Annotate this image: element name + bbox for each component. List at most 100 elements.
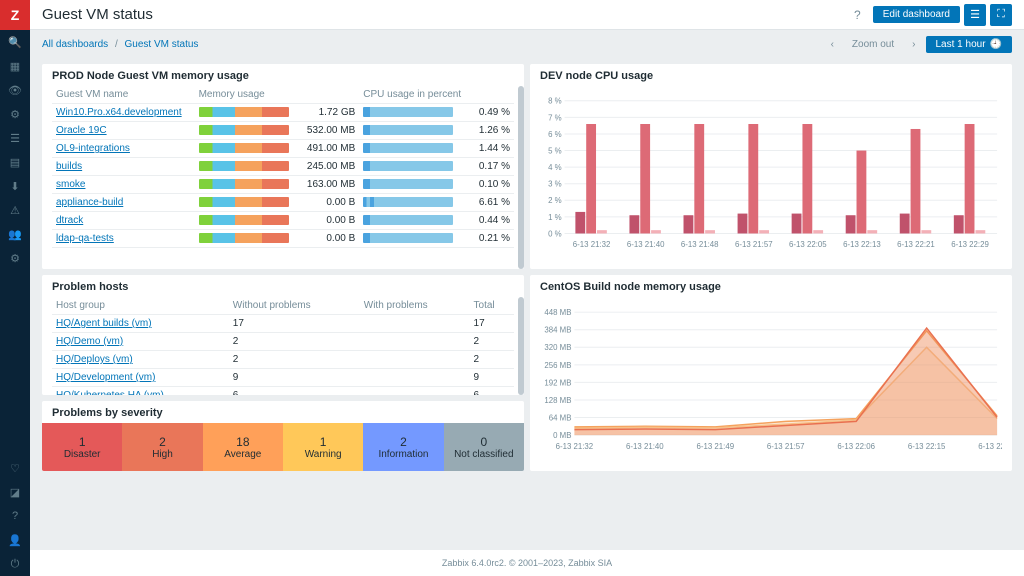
hostgroup-link[interactable]: HQ/Demo (vm) — [52, 333, 229, 351]
mem-value: 163.00 MB — [299, 176, 359, 194]
svg-text:6-13 22:23: 6-13 22:23 — [978, 442, 1002, 451]
mem-bar-cell — [195, 194, 300, 212]
col-header[interactable]: Total — [470, 297, 514, 315]
col-header[interactable]: Memory usage — [195, 86, 300, 104]
svg-text:0 %: 0 % — [548, 229, 562, 238]
vm-name-link[interactable]: Oracle 19C — [52, 122, 195, 140]
svg-text:6 %: 6 % — [548, 130, 562, 139]
legend-item[interactable]: centos7-i386-zabbix-agent-build: VMwar..… — [713, 470, 873, 471]
col-header[interactable]: Guest VM name — [52, 86, 195, 104]
legend-item[interactable]: avg(Oracle 19C: VMware: CPU usage i... — [540, 268, 697, 269]
total: 6 — [470, 387, 514, 396]
svg-text:1 %: 1 % — [548, 213, 562, 222]
centos-chart-legend: centos8-amd64-zabbix-agent-build: VMw...… — [540, 468, 1002, 471]
cpu-bar-cell — [359, 122, 472, 140]
scrollbar[interactable] — [518, 297, 524, 395]
severity-count: 0 — [480, 435, 487, 449]
panel-problems-by-severity: Problems by severity 1Disaster2High18Ave… — [42, 401, 524, 471]
mem-value: 245.00 MB — [299, 158, 359, 176]
footer: Zabbix 6.4.0rc2. © 2001–2023, Zabbix SIA — [30, 550, 1024, 576]
svg-text:3 %: 3 % — [548, 180, 562, 189]
severity-cell[interactable]: 0Not classified — [444, 423, 524, 471]
mem-bar-cell — [195, 104, 300, 122]
severity-cell[interactable]: 2High — [122, 423, 202, 471]
vm-name-link[interactable]: smoke — [52, 176, 195, 194]
help-icon[interactable]: ? — [0, 504, 30, 528]
table-row: Win10.Pro.x64.development 1.72 GB 0.49 % — [52, 104, 514, 122]
vm-name-link[interactable]: ldap-qa-tests — [52, 230, 195, 248]
dashboard-actions-button[interactable]: ☰ — [964, 4, 986, 26]
page-help-icon[interactable]: ? — [854, 8, 861, 22]
col-header[interactable]: Host group — [52, 297, 229, 315]
cpu-value: 0.49 % — [472, 104, 514, 122]
severity-cell[interactable]: 18Average — [203, 423, 283, 471]
edit-dashboard-button[interactable]: Edit dashboard — [873, 6, 960, 23]
main-content: Guest VM status ? Edit dashboard ☰ ⛶ All… — [30, 0, 1024, 576]
table-row: OL9-integrations 491.00 MB 1.44 % — [52, 140, 514, 158]
time-range-selector[interactable]: Last 1 hour 🕘 — [926, 36, 1013, 53]
cpu-value: 6.61 % — [472, 194, 514, 212]
vm-name-link[interactable]: Win10.Pro.x64.development — [52, 104, 195, 122]
data-collection-icon[interactable]: ⬇ — [0, 174, 30, 198]
severity-cell[interactable]: 2Information — [363, 423, 443, 471]
cpu-value: 1.44 % — [472, 140, 514, 158]
severity-cell[interactable]: 1Disaster — [42, 423, 122, 471]
support-icon[interactable]: ♡ — [0, 456, 30, 480]
col-header[interactable]: CPU usage in percent — [359, 86, 472, 104]
with-problems — [360, 351, 470, 369]
vm-name-link[interactable]: OL9-integrations — [52, 140, 195, 158]
monitoring-icon[interactable]: 👁 — [0, 78, 30, 102]
svg-text:6-13 22:06: 6-13 22:06 — [837, 442, 875, 451]
legend-item[interactable]: centos8-amd64-zabbix-agent-build: VMw... — [540, 470, 703, 471]
vm-name-link[interactable]: builds — [52, 158, 195, 176]
inventory-icon[interactable]: ☰ — [0, 126, 30, 150]
breadcrumb-current[interactable]: Guest VM status — [125, 39, 199, 50]
cpu-bar-cell — [359, 140, 472, 158]
mem-bar-cell — [195, 230, 300, 248]
administration-icon[interactable]: ⚙ — [0, 246, 30, 270]
users-icon[interactable]: 👥 — [0, 222, 30, 246]
alerts-icon[interactable]: ⚠ — [0, 198, 30, 222]
vm-name-link[interactable]: appliance-build — [52, 194, 195, 212]
severity-label: Disaster — [64, 449, 101, 460]
breadcrumb-root[interactable]: All dashboards — [42, 39, 108, 50]
scrollbar[interactable] — [518, 86, 524, 269]
severity-label: High — [152, 449, 173, 460]
hostgroup-link[interactable]: HQ/Development (vm) — [52, 369, 229, 387]
col-header[interactable]: Without problems — [229, 297, 360, 315]
reports-icon[interactable]: ▤ — [0, 150, 30, 174]
vm-name-link[interactable]: dtrack — [52, 212, 195, 230]
svg-text:64 MB: 64 MB — [549, 413, 572, 422]
time-next-button[interactable]: › — [906, 37, 921, 52]
severity-cell[interactable]: 1Warning — [283, 423, 363, 471]
integrations-icon[interactable]: ◪ — [0, 480, 30, 504]
dashboards-icon[interactable]: ▦ — [0, 54, 30, 78]
legend-item[interactable]: centos7-amd64-zabbix-agent-build: VMw... — [883, 470, 1002, 471]
search-icon[interactable]: 🔍 — [0, 30, 30, 54]
signout-icon[interactable]: ⏻ — [0, 552, 30, 576]
col-header[interactable] — [299, 86, 359, 104]
total: 2 — [470, 351, 514, 369]
services-icon[interactable]: ⚙ — [0, 102, 30, 126]
user-settings-icon[interactable]: 👤 — [0, 528, 30, 552]
hostgroup-link[interactable]: HQ/Kubernetes HA (vm) — [52, 387, 229, 396]
hostgroup-link[interactable]: HQ/Agent builds (vm) — [52, 315, 229, 333]
legend-item[interactable]: avg(appliance-build: VMware: CPU usag... — [707, 268, 869, 269]
mem-bar-cell — [195, 122, 300, 140]
col-header[interactable] — [472, 86, 514, 104]
zoom-out-button[interactable]: Zoom out — [844, 37, 902, 52]
without-problems: 6 — [229, 387, 360, 396]
svg-text:6-13 21:40: 6-13 21:40 — [626, 442, 664, 451]
without-problems: 17 — [229, 315, 360, 333]
logo[interactable]: Z — [0, 0, 30, 30]
hostgroup-link[interactable]: HQ/Deploys (vm) — [52, 351, 229, 369]
time-prev-button[interactable]: ‹ — [825, 37, 840, 52]
legend-item[interactable]: avg(ldap-qa-tests: VMware: CPU usage i..… — [879, 268, 1002, 269]
page-title: Guest VM status — [42, 6, 854, 23]
col-header[interactable]: With problems — [360, 297, 470, 315]
mem-value: 1.72 GB — [299, 104, 359, 122]
svg-text:448 MB: 448 MB — [544, 308, 571, 317]
table-row: HQ/Agent builds (vm) 17 17 — [52, 315, 514, 333]
fullscreen-button[interactable]: ⛶ — [990, 4, 1012, 26]
svg-text:4 %: 4 % — [548, 163, 562, 172]
